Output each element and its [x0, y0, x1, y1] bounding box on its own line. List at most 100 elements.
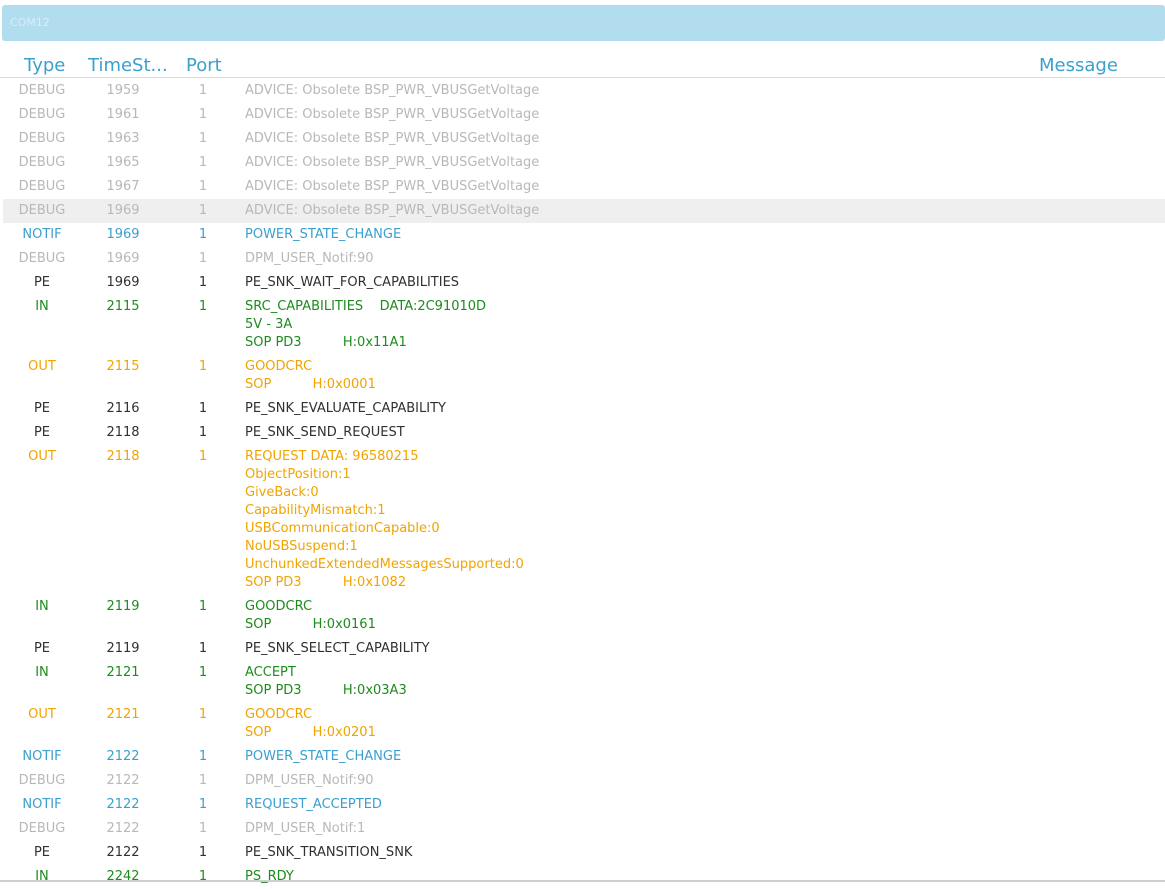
log-message: REQUEST DATA: 96580215 ObjectPosition:1 Gi… [245, 448, 1165, 592]
log-row[interactable]: DEBUG 1965 1 ADVICE: Obsolete BSP_PWR_VBUSG… [3, 151, 1165, 175]
log-timestamp: 2119 [106, 641, 140, 656]
log-port: 1 [198, 845, 208, 860]
log-message-line: NoUSBSuspend:1 [245, 539, 358, 554]
log-message-line: SOP H:0x0161 [245, 617, 376, 632]
log-type: NOTIF [22, 749, 62, 764]
log-timestamp: 1959 [106, 83, 140, 98]
log-port: 1 [198, 299, 208, 314]
log-row[interactable]: PE 2118 1 PE_SNK_SEND_REQUEST [3, 421, 1165, 445]
log-row[interactable]: NOTIF 1969 1 POWER_STATE_CHANGE [3, 223, 1165, 247]
log-row[interactable]: OUT 2121 1 GOODCRC SOP H:0x0201 [3, 703, 1165, 745]
log-row[interactable]: PE 2122 1 PE_SNK_TRANSITION_SNK [3, 841, 1165, 865]
column-header-timestamp[interactable]: TimeSt... [88, 55, 168, 76]
log-port: 1 [198, 869, 208, 884]
log-row[interactable]: DEBUG 1967 1 ADVICE: Obsolete BSP_PWR_VBUSG… [3, 175, 1165, 199]
log-row[interactable]: DEBUG 1961 1 ADVICE: Obsolete BSP_PWR_VBUSG… [3, 103, 1165, 127]
log-message: REQUEST_ACCEPTED [245, 796, 1165, 814]
log-row[interactable]: DEBUG 1963 1 ADVICE: Obsolete BSP_PWR_VBUSG… [3, 127, 1165, 151]
log-message-line: PS_RDY [245, 869, 294, 884]
log-table-body[interactable]: DEBUG 1959 1 ADVICE: Obsolete BSP_PWR_VBUSG… [3, 79, 1165, 889]
log-message: PE_SNK_EVALUATE_CAPABILITY [245, 400, 1165, 418]
log-timestamp: 2116 [106, 401, 140, 416]
log-timestamp: 2115 [106, 299, 140, 314]
log-message: POWER_STATE_CHANGE [245, 226, 1165, 244]
log-message-line: ADVICE: Obsolete BSP_PWR_VBUSGetVoltage [245, 131, 540, 146]
log-timestamp: 2121 [106, 665, 140, 680]
log-port: 1 [198, 107, 208, 122]
log-message-line: REQUEST DATA: 96580215 [245, 449, 419, 464]
log-row[interactable]: IN 2121 1 ACCEPT SOP PD3 H:0x03A3 [3, 661, 1165, 703]
log-message: GOODCRC SOP H:0x0201 [245, 706, 1165, 742]
log-row[interactable]: PE 2116 1 PE_SNK_EVALUATE_CAPABILITY [3, 397, 1165, 421]
log-message-line: UnchunkedExtendedMessagesSupported:0 [245, 557, 524, 572]
log-timestamp: 2118 [106, 425, 140, 440]
log-type: PE [33, 275, 51, 290]
log-message: PE_SNK_SELECT_CAPABILITY [245, 640, 1165, 658]
log-row[interactable]: DEBUG 2122 1 DPM_USER_Notif:1 [3, 817, 1165, 841]
log-type: DEBUG [18, 203, 66, 218]
log-timestamp: 1963 [106, 131, 140, 146]
column-header-type[interactable]: Type [24, 55, 65, 76]
log-message-line: CapabilityMismatch:1 [245, 503, 386, 518]
log-port: 1 [198, 155, 208, 170]
log-message: GOODCRC SOP H:0x0161 [245, 598, 1165, 634]
log-type: OUT [28, 449, 56, 464]
log-row[interactable]: IN 2115 1 SRC_CAPABILITIES DATA:2C91010D 5V … [3, 295, 1165, 355]
log-row[interactable]: PE 1969 1 PE_SNK_WAIT_FOR_CAPABILITIES [3, 271, 1165, 295]
log-type: DEBUG [18, 131, 66, 146]
log-message: DPM_USER_Notif:90 [245, 250, 1165, 268]
log-message-line: PE_SNK_SEND_REQUEST [245, 425, 405, 440]
log-type: OUT [28, 707, 56, 722]
log-port: 1 [198, 83, 208, 98]
log-port: 1 [198, 641, 208, 656]
log-message-line: SOP PD3 H:0x1082 [245, 575, 407, 590]
window-titlebar[interactable]: COM12 [2, 5, 1165, 41]
log-port: 1 [198, 203, 208, 218]
log-type: IN [35, 599, 49, 614]
log-timestamp: 2119 [106, 599, 140, 614]
log-message-line: PE_SNK_WAIT_FOR_CAPABILITIES [245, 275, 460, 290]
log-message: ADVICE: Obsolete BSP_PWR_VBUSGetVoltage [245, 106, 1165, 124]
log-row[interactable]: DEBUG 1959 1 ADVICE: Obsolete BSP_PWR_VBUSG… [3, 79, 1165, 103]
log-message-line: ACCEPT [245, 665, 296, 680]
log-message-line: ADVICE: Obsolete BSP_PWR_VBUSGetVoltage [245, 179, 540, 194]
log-port: 1 [198, 401, 208, 416]
log-message: SRC_CAPABILITIES DATA:2C91010D 5V - 3A SOP… [245, 298, 1165, 352]
log-message: ADVICE: Obsolete BSP_PWR_VBUSGetVoltage [245, 130, 1165, 148]
log-timestamp: 2122 [106, 797, 140, 812]
log-message: ADVICE: Obsolete BSP_PWR_VBUSGetVoltage [245, 154, 1165, 172]
log-message: PE_SNK_TRANSITION_SNK [245, 844, 1165, 862]
log-type: PE [33, 845, 51, 860]
log-port: 1 [198, 821, 208, 836]
log-timestamp: 1965 [106, 155, 140, 170]
log-row[interactable]: IN 2119 1 GOODCRC SOP H:0x0161 [3, 595, 1165, 637]
log-timestamp: 2122 [106, 749, 140, 764]
log-row[interactable]: DEBUG 2122 1 DPM_USER_Notif:90 [3, 769, 1165, 793]
log-row[interactable]: OUT 2115 1 GOODCRC SOP H:0x0001 [3, 355, 1165, 397]
log-message-line: DPM_USER_Notif:90 [245, 773, 374, 788]
log-message: PS_RDY [245, 868, 1165, 886]
log-type: PE [33, 425, 51, 440]
log-message-line: SRC_CAPABILITIES DATA:2C91010D [245, 299, 487, 314]
log-row[interactable]: NOTIF 2122 1 POWER_STATE_CHANGE [3, 745, 1165, 769]
log-message-line: ADVICE: Obsolete BSP_PWR_VBUSGetVoltage [245, 155, 540, 170]
log-timestamp: 1961 [106, 107, 140, 122]
column-header-message[interactable]: Message [1039, 55, 1118, 76]
log-row[interactable]: PE 2119 1 PE_SNK_SELECT_CAPABILITY [3, 637, 1165, 661]
window-title: COM12 [10, 16, 50, 29]
log-type: IN [35, 665, 49, 680]
log-message-line: PE_SNK_SELECT_CAPABILITY [245, 641, 430, 656]
log-row[interactable]: DEBUG 1969 1 ADVICE: Obsolete BSP_PWR_VBUSG… [3, 199, 1165, 223]
log-type: DEBUG [18, 155, 66, 170]
log-type: DEBUG [18, 83, 66, 98]
log-row[interactable]: NOTIF 2122 1 REQUEST_ACCEPTED [3, 793, 1165, 817]
log-row[interactable]: IN 2242 1 PS_RDY [3, 865, 1165, 889]
column-header-port[interactable]: Port [186, 55, 222, 76]
log-row[interactable]: OUT 2118 1 REQUEST DATA: 96580215 ObjectPosi… [3, 445, 1165, 595]
log-row[interactable]: DEBUG 1969 1 DPM_USER_Notif:90 [3, 247, 1165, 271]
log-timestamp: 2118 [106, 449, 140, 464]
log-timestamp: 1969 [106, 227, 140, 242]
log-type: DEBUG [18, 821, 66, 836]
horizontal-scrollbar[interactable] [0, 880, 1165, 882]
log-timestamp: 2115 [106, 359, 140, 374]
